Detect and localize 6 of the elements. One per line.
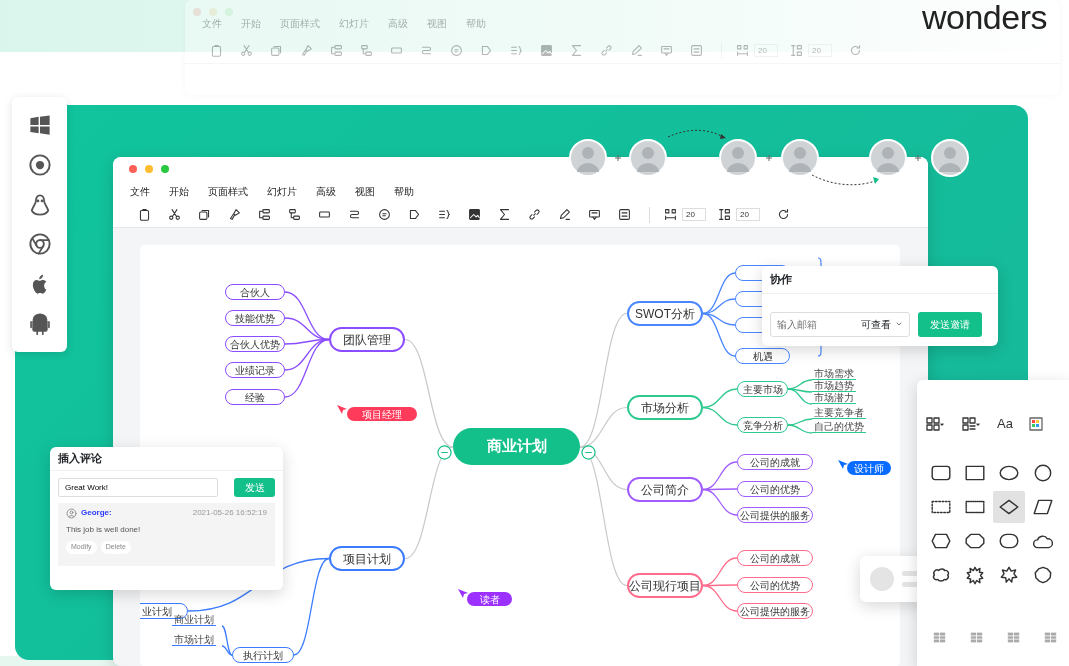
panel-title: 协作 bbox=[762, 266, 998, 294]
user-tag: 读者 bbox=[467, 592, 512, 606]
brand-logo: wonders bbox=[922, 0, 1047, 34]
comment-time: 2021-05-26 16:52:19 bbox=[192, 507, 267, 519]
panel-title: 插入评论 bbox=[50, 447, 283, 471]
comment-text: This job is well done! bbox=[66, 524, 142, 536]
